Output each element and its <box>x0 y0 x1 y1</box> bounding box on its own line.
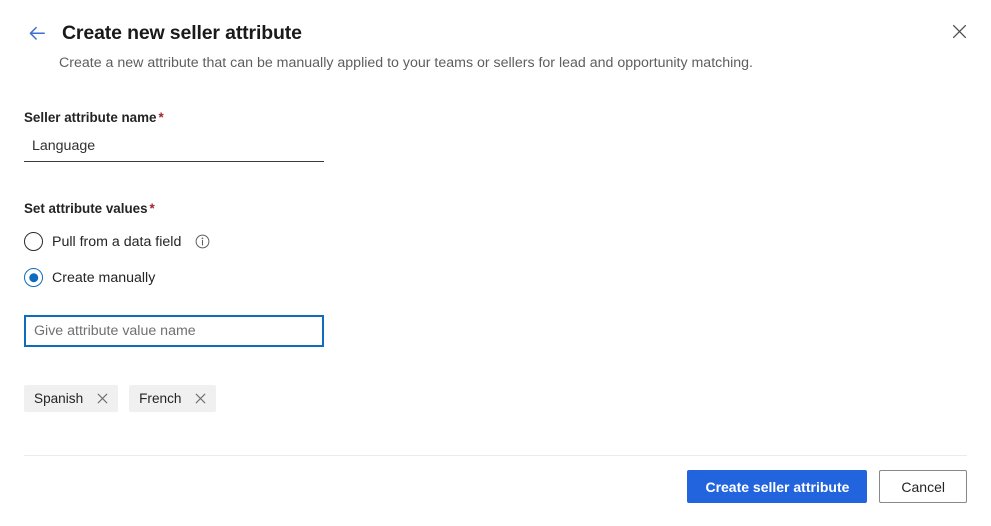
create-seller-attribute-panel: Create new seller attribute Create a new… <box>0 0 991 526</box>
radio-label-pull-from-data-field: Pull from a data field <box>52 234 181 250</box>
close-icon <box>952 24 967 39</box>
attribute-value-input[interactable] <box>24 315 324 347</box>
arrow-left-icon <box>27 23 48 44</box>
required-asterisk: * <box>158 110 163 125</box>
cancel-button[interactable]: Cancel <box>879 470 967 503</box>
radio-mark-unselected[interactable] <box>24 232 43 251</box>
seller-attribute-name-label: Seller attribute name* <box>24 110 164 125</box>
panel-subtitle: Create a new attribute that can be manua… <box>59 55 753 71</box>
page-title: Create new seller attribute <box>62 22 302 45</box>
seller-attribute-name-label-text: Seller attribute name <box>24 110 156 125</box>
radio-label-create-manually: Create manually <box>52 270 155 286</box>
close-icon <box>195 393 206 404</box>
info-circle-icon[interactable] <box>195 234 210 249</box>
close-icon <box>97 393 108 404</box>
set-attribute-values-label-text: Set attribute values <box>24 201 148 216</box>
radio-option-create-manually[interactable]: Create manually <box>24 268 155 287</box>
footer-actions: Create seller attribute Cancel <box>687 470 967 503</box>
radio-option-pull-from-data-field[interactable]: Pull from a data field <box>24 232 210 251</box>
footer-divider <box>24 455 967 456</box>
tag-item[interactable]: French <box>129 385 216 412</box>
attribute-value-tag-list: Spanish French <box>24 385 216 412</box>
radio-mark-selected[interactable] <box>24 268 43 287</box>
seller-attribute-name-input[interactable] <box>24 134 324 162</box>
back-button[interactable] <box>24 20 50 46</box>
tag-remove-button[interactable] <box>96 392 109 405</box>
tag-item[interactable]: Spanish <box>24 385 118 412</box>
create-seller-attribute-button[interactable]: Create seller attribute <box>687 470 867 503</box>
close-button[interactable] <box>943 15 975 47</box>
required-asterisk: * <box>150 201 155 216</box>
tag-label: Spanish <box>34 391 83 406</box>
tag-remove-button[interactable] <box>194 392 207 405</box>
panel-header: Create new seller attribute <box>24 20 302 46</box>
tag-label: French <box>139 391 181 406</box>
set-attribute-values-label: Set attribute values* <box>24 201 155 216</box>
